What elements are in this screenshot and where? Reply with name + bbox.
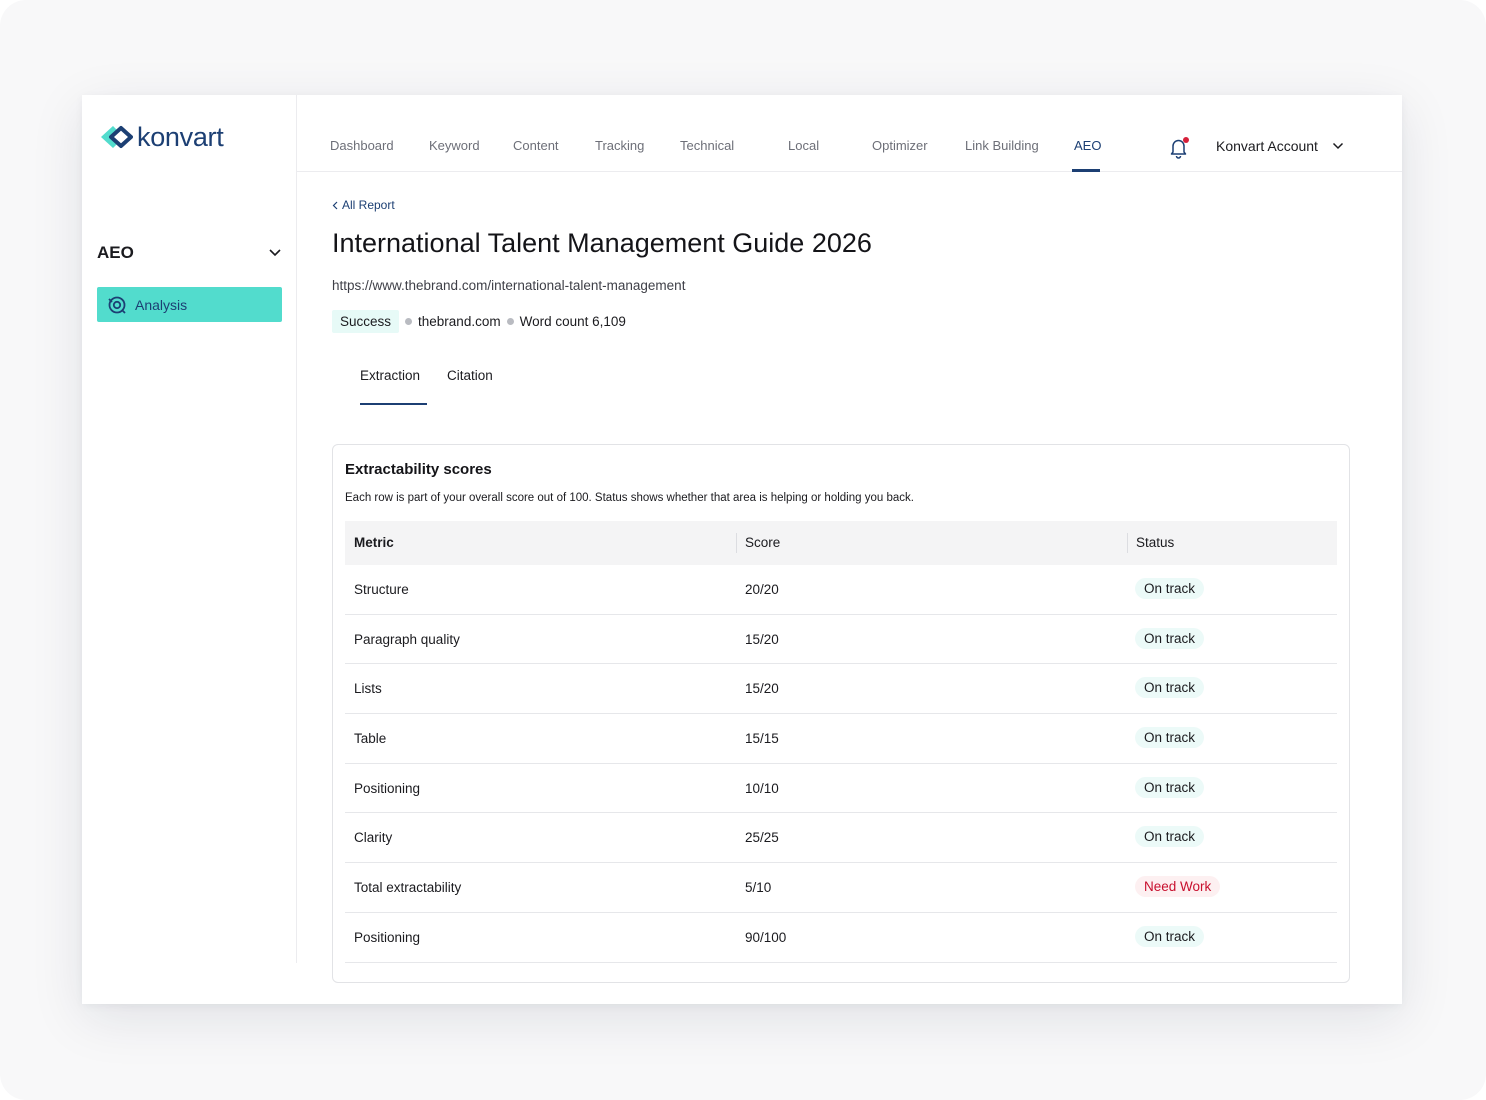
score-cell: 5/10 — [745, 880, 772, 896]
card-title: Extractability scores — [345, 461, 492, 478]
chevron-left-icon — [332, 201, 338, 209]
nav-local[interactable]: Local — [788, 138, 819, 153]
status-badge: On track — [1135, 578, 1205, 599]
bell-icon — [1170, 137, 1189, 159]
score-cell: 10/10 — [745, 780, 779, 796]
sidebar-group-label: AEO — [97, 243, 134, 262]
konvart-logo-icon — [101, 126, 133, 148]
table-row: Table 15/15 On track — [345, 714, 1337, 764]
status-badge: On track — [1135, 776, 1205, 798]
sidebar: konvart AEO Analysis — [82, 95, 297, 963]
brand-name: konvart — [137, 121, 224, 152]
score-cell: 90/100 — [745, 929, 787, 945]
status-badge: Success — [332, 309, 400, 333]
top-nav: Dashboard Keyword Content Tracking Techn… — [297, 95, 1402, 172]
back-link[interactable]: All Report — [332, 198, 395, 212]
analysis-icon — [108, 296, 126, 314]
score-cell: 15/15 — [745, 731, 779, 747]
nav-keyword[interactable]: Keyword — [429, 138, 480, 153]
nav-tracking[interactable]: Tracking — [595, 138, 644, 153]
scores-table: Metric Score Status Structure 20/20 On tra… — [345, 521, 1337, 963]
card-subtitle: Each row is part of your overall score o… — [345, 492, 914, 504]
metric-cell: Structure — [354, 582, 409, 597]
column-divider — [1127, 533, 1128, 553]
main-content: All Report International Talent Manageme… — [297, 172, 1402, 1004]
brand-logo[interactable]: konvart — [97, 121, 224, 152]
word-count: Word count 6,109 — [519, 313, 626, 329]
tab-extraction[interactable]: Extraction — [360, 368, 420, 383]
metric-cell: Clarity — [354, 830, 393, 846]
status-badge: On track — [1135, 925, 1205, 947]
nav-technical[interactable]: Technical — [680, 138, 734, 153]
chevron-down-icon — [269, 249, 281, 257]
metric-cell: Positioning — [354, 780, 421, 796]
metric-cell: Positioning — [354, 929, 421, 945]
account-label: Konvart Account — [1216, 138, 1318, 154]
extractability-card: Extractability scores Each row is part o… — [332, 444, 1350, 983]
table-header: Metric Score Status — [345, 521, 1337, 565]
domain-label: thebrand.com — [418, 313, 501, 329]
column-header-status: Status — [1136, 535, 1175, 550]
separator-dot — [506, 317, 514, 325]
separator-dot — [405, 317, 413, 325]
sidebar-group-aeo[interactable]: AEO — [97, 240, 282, 266]
meta-row: Success thebrand.com Word count 6,109 — [332, 308, 626, 334]
metric-cell: Table — [354, 731, 387, 747]
table-row: Positioning 90/100 On track — [345, 913, 1337, 963]
table-row: Total extractability 5/10 Need Work — [345, 863, 1337, 913]
back-link-label: All Report — [342, 198, 395, 212]
table-body: Structure 20/20 On track Paragraph quality 1… — [345, 565, 1337, 963]
sidebar-item-label: Analysis — [135, 296, 188, 313]
status-badge: Need Work — [1135, 876, 1221, 898]
chevron-down-icon — [1332, 142, 1343, 150]
nav-dashboard[interactable]: Dashboard — [330, 138, 394, 153]
metric-cell: Paragraph quality — [354, 631, 460, 647]
table-row: Lists 15/20 On track — [345, 664, 1337, 715]
page-url: https://www.thebrand.com/international-t… — [332, 278, 686, 293]
score-cell: 20/20 — [745, 582, 779, 597]
sidebar-item-analysis[interactable]: Analysis — [97, 287, 282, 322]
table-row: Structure 20/20 On track — [345, 565, 1337, 615]
nav-link-building[interactable]: Link Building — [965, 138, 1039, 153]
nav-content[interactable]: Content — [513, 138, 559, 153]
status-badge: On track — [1135, 727, 1205, 749]
score-cell: 15/20 — [745, 681, 779, 697]
status-badge: On track — [1135, 627, 1205, 649]
metric-cell: Total extractability — [354, 880, 462, 896]
nav-aeo[interactable]: AEO — [1074, 138, 1101, 153]
column-header-metric: Metric — [354, 535, 394, 550]
tab-active-indicator — [360, 403, 427, 405]
notifications-button[interactable] — [1167, 136, 1189, 159]
status-badge: On track — [1135, 826, 1205, 848]
column-header-score: Score — [745, 535, 781, 550]
metric-cell: Lists — [354, 681, 382, 697]
status-badge: On track — [1135, 677, 1205, 699]
nav-optimizer[interactable]: Optimizer — [872, 138, 928, 153]
column-divider — [736, 533, 737, 553]
page-title: International Talent Management Guide 20… — [332, 228, 872, 258]
table-row: Paragraph quality 15/20 On track — [345, 615, 1337, 665]
app-window: konvart AEO Analysis Dashboard Keyword C… — [82, 95, 1402, 1004]
score-cell: 15/20 — [745, 631, 779, 647]
table-row: Positioning 10/10 On track — [345, 764, 1337, 814]
score-cell: 25/25 — [745, 830, 779, 846]
table-row: Clarity 25/25 On track — [345, 813, 1337, 864]
account-menu[interactable]: Konvart Account — [1216, 138, 1344, 154]
tab-citation[interactable]: Citation — [447, 368, 493, 383]
